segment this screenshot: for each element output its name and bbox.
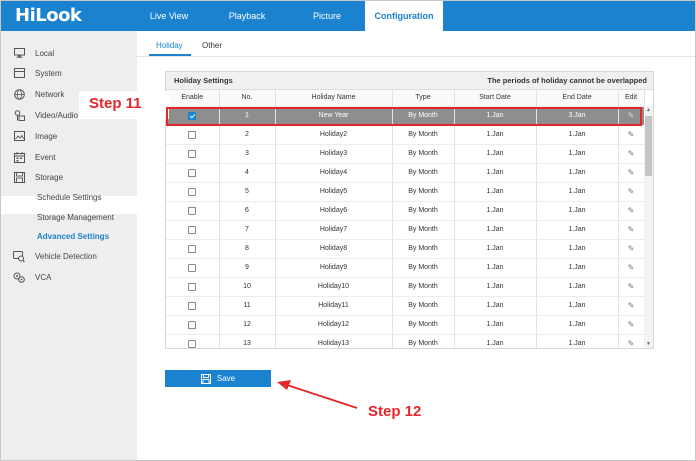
step12-arrow — [277, 380, 358, 409]
step12-label: Step 12 — [368, 403, 422, 420]
app-window: HiLook Live View Playback Picture Config… — [0, 0, 696, 461]
